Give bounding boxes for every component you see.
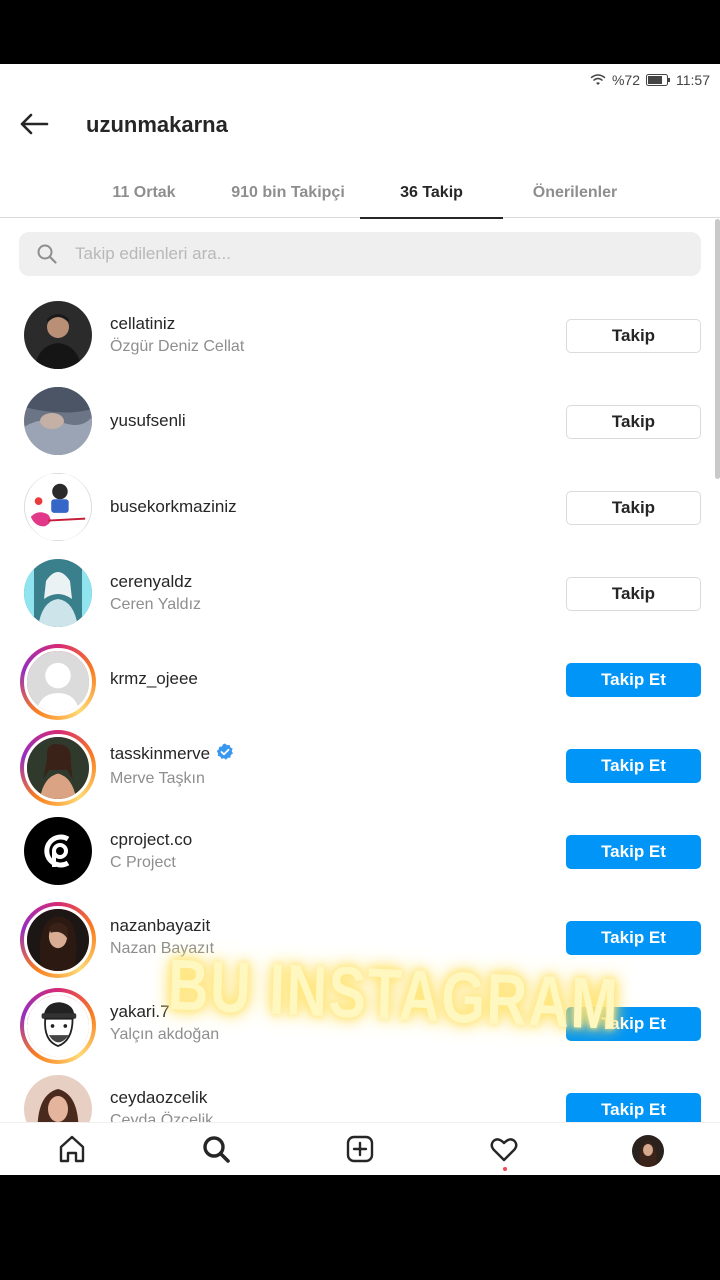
full-name: Nazan Bayazıt <box>110 940 215 957</box>
header: uzunmakarna <box>0 98 720 154</box>
username[interactable]: tasskinmerve <box>110 744 210 764</box>
list-item[interactable]: cellatiniz Özgür Deniz Cellat Takip <box>0 292 720 378</box>
home-icon <box>57 1134 87 1169</box>
bottom-nav <box>0 1122 720 1175</box>
bottom-black-bar <box>0 1175 720 1280</box>
notification-dot <box>503 1167 507 1171</box>
tab-following[interactable]: 36 Takip <box>360 168 503 219</box>
tab-mutual[interactable]: 11 Ortak <box>72 168 216 218</box>
avatar-story-ring[interactable] <box>20 644 96 720</box>
username[interactable]: nazanbayazit <box>110 916 210 936</box>
nav-search[interactable] <box>198 1133 234 1169</box>
avatar[interactable] <box>24 301 92 369</box>
full-name: Merve Taşkın <box>110 769 205 787</box>
search-bar <box>19 232 701 276</box>
tab-followers[interactable]: 910 bin Takipçi <box>216 168 360 218</box>
verified-badge-icon <box>216 743 234 766</box>
arrow-left-icon <box>19 112 49 141</box>
tab-suggested[interactable]: Önerilenler <box>503 168 647 218</box>
list-item[interactable]: cerenyaldz Ceren Yaldız Takip <box>0 550 720 636</box>
avatar-story-ring[interactable] <box>20 730 96 806</box>
username[interactable]: busekorkmaziniz <box>110 497 237 517</box>
list-item[interactable]: krmz_ojeee Takip Et <box>0 636 720 722</box>
back-button[interactable] <box>18 112 50 140</box>
search-input[interactable] <box>75 232 675 276</box>
username[interactable]: krmz_ojeee <box>110 669 198 689</box>
battery-percent: %72 <box>611 72 640 88</box>
avatar[interactable] <box>24 817 92 885</box>
search-icon <box>201 1134 231 1169</box>
following-button[interactable]: Takip <box>566 577 701 611</box>
username[interactable]: yusufsenli <box>110 411 186 431</box>
profile-avatar <box>632 1135 664 1167</box>
nav-new-post[interactable] <box>342 1133 378 1169</box>
following-button[interactable]: Takip <box>566 319 701 353</box>
avatar-story-ring[interactable] <box>20 902 96 978</box>
avatar[interactable] <box>24 387 92 455</box>
username[interactable]: yakari.7 <box>110 1002 170 1022</box>
wifi-icon <box>590 74 606 86</box>
full-name: Ceren Yaldız <box>110 596 202 613</box>
full-name: Özgür Deniz Cellat <box>110 338 245 355</box>
add-post-icon <box>345 1134 375 1169</box>
search-icon <box>37 244 57 269</box>
list-item[interactable]: tasskinmerve Merve Taşkın Takip Et <box>0 722 720 808</box>
cproject-logo <box>24 817 92 885</box>
nav-activity[interactable] <box>486 1133 522 1171</box>
default-avatar-icon <box>24 648 92 716</box>
clock: 11:57 <box>676 72 710 88</box>
app-screen: %72 11:57 uzunmakarna 11 Ortak 910 bin T… <box>0 64 720 1175</box>
username[interactable]: cellatiniz <box>110 314 175 334</box>
username[interactable]: cproject.co <box>110 830 192 850</box>
scrollbar[interactable] <box>715 219 720 479</box>
follow-button[interactable]: Takip Et <box>566 663 701 697</box>
avatar[interactable] <box>24 473 92 541</box>
nav-home[interactable] <box>54 1133 90 1169</box>
page-title: uzunmakarna <box>86 112 228 137</box>
list-item[interactable]: cproject.co C Project Takip Et <box>0 808 720 894</box>
username[interactable]: ceydaozcelik <box>110 1088 207 1108</box>
full-name: C Project <box>110 854 176 871</box>
follow-button[interactable]: Takip Et <box>566 835 701 869</box>
following-button[interactable]: Takip <box>566 405 701 439</box>
tab-bar: 11 Ortak 910 bin Takipçi 36 Takip Öneril… <box>0 168 720 219</box>
full-name: Yalçın akdoğan <box>110 1026 220 1043</box>
avatar-story-ring[interactable] <box>20 988 96 1064</box>
list-item[interactable]: yusufsenli Takip <box>0 378 720 464</box>
username[interactable]: cerenyaldz <box>110 572 192 592</box>
top-black-bar <box>0 0 720 64</box>
battery-icon <box>646 74 670 86</box>
follow-button[interactable]: Takip Et <box>566 921 701 955</box>
avatar[interactable] <box>24 559 92 627</box>
following-button[interactable]: Takip <box>566 491 701 525</box>
list-item[interactable]: nazanbayazit Nazan Bayazıt Takip Et <box>0 894 720 980</box>
list-item[interactable]: yakari.7 Yalçın akdoğan Takip Et <box>0 980 720 1066</box>
list-item[interactable]: busekorkmaziniz Takip <box>0 464 720 550</box>
follow-button[interactable]: Takip Et <box>566 1007 701 1041</box>
activity-heart-icon <box>489 1134 519 1169</box>
status-bar: %72 11:57 <box>590 70 710 90</box>
follow-button[interactable]: Takip Et <box>566 749 701 783</box>
nav-profile[interactable] <box>630 1133 666 1169</box>
